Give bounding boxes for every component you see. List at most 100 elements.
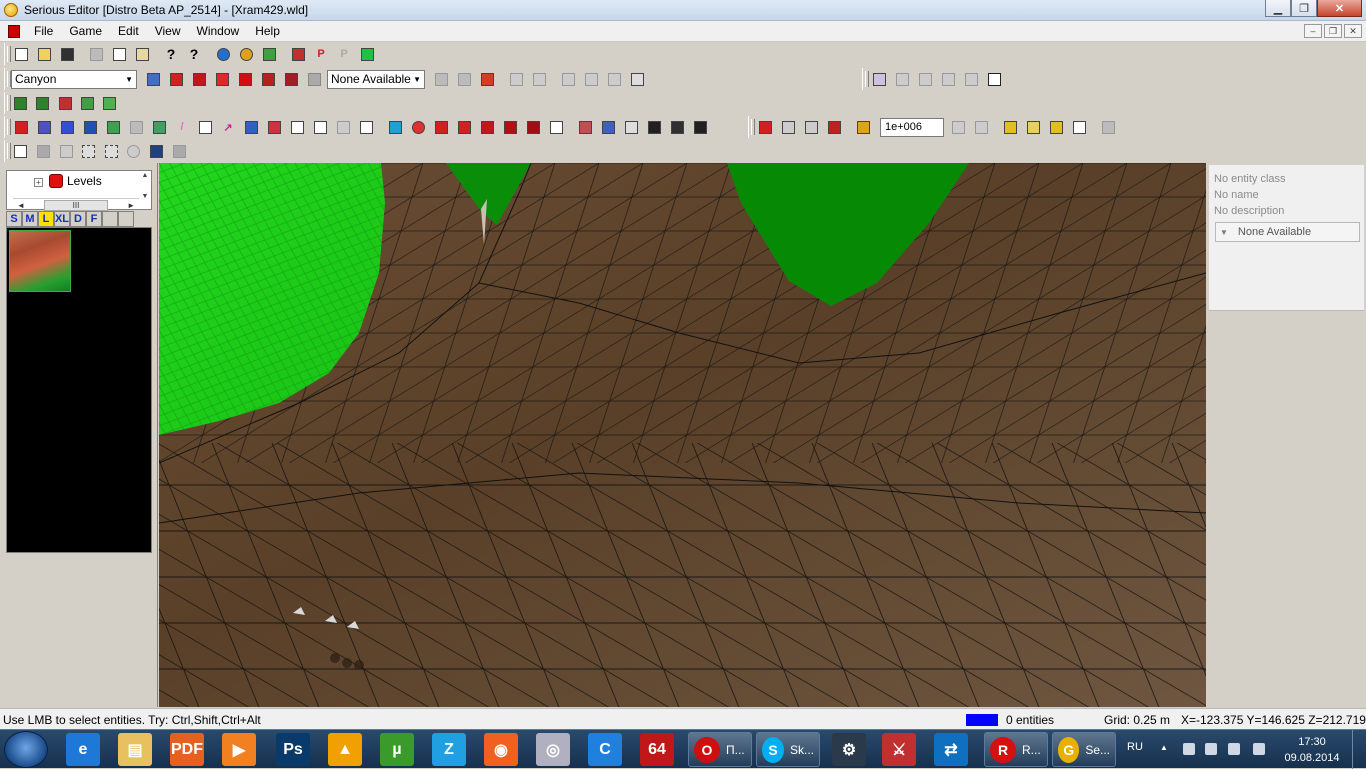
view-top-icon[interactable] [938, 69, 958, 89]
menu-help[interactable]: Help [247, 24, 288, 38]
cube-outline-icon[interactable] [546, 117, 566, 137]
flag-gray-icon[interactable] [169, 141, 189, 161]
tray-expand-icon[interactable]: ▲ [1160, 743, 1168, 752]
cut-icon[interactable] [86, 44, 106, 64]
p-gray-icon[interactable]: P [334, 44, 354, 64]
maximize-button[interactable]: ❐ [1291, 0, 1317, 17]
path-2-icon[interactable] [477, 117, 497, 137]
anchor-icon[interactable] [80, 117, 100, 137]
view-front-icon[interactable] [892, 69, 912, 89]
mdi-restore-button[interactable]: ❐ [1324, 24, 1342, 38]
aimp-icon[interactable]: ▲ [328, 733, 362, 766]
context-help-icon[interactable]: ? [184, 44, 204, 64]
scissors-icon[interactable] [627, 69, 647, 89]
gear-gray-icon[interactable] [124, 141, 144, 161]
copy-icon[interactable] [109, 44, 129, 64]
line-pink-icon[interactable]: / [172, 117, 192, 137]
path-4-icon[interactable] [523, 117, 543, 137]
world-dropdown[interactable]: Canyon ▼ [11, 69, 137, 89]
tools-icon[interactable] [598, 117, 618, 137]
show-desktop-button[interactable] [1352, 730, 1366, 769]
layer-2-icon[interactable] [33, 93, 52, 113]
measure-icon[interactable] [621, 117, 641, 137]
filter-button[interactable]: F [86, 211, 102, 227]
move-icon[interactable] [57, 117, 77, 137]
scroll-thumb[interactable]: III [44, 200, 108, 211]
tools-gray-2-icon[interactable] [1098, 117, 1118, 137]
red-brush-5-icon[interactable] [258, 69, 278, 89]
tree-item-levels[interactable]: Levels [67, 174, 102, 188]
snap-move-icon[interactable] [853, 117, 873, 137]
clock[interactable]: 17:30 09.08.2014 [1282, 734, 1342, 766]
menu-view[interactable]: View [147, 24, 189, 38]
explorer-icon[interactable]: ▤ [118, 733, 152, 766]
open-folder-icon[interactable] [34, 44, 54, 64]
help-icon[interactable]: ? [161, 44, 181, 64]
marker-icon[interactable] [431, 117, 451, 137]
square-gray-icon[interactable] [34, 141, 54, 161]
cube-gray-icon[interactable] [506, 69, 526, 89]
blank-button-1[interactable] [102, 211, 118, 227]
red-toggle-icon[interactable] [755, 117, 775, 137]
path-icon[interactable] [454, 117, 474, 137]
device-icon[interactable] [1205, 743, 1217, 755]
level-tree[interactable]: + Levels ▲ ▼ ◄ III ► [6, 170, 152, 212]
3d-viewport[interactable] [159, 163, 1206, 707]
arrows-icon[interactable] [288, 44, 308, 64]
browser-icon[interactable]: C [588, 733, 622, 766]
scroll-right-icon[interactable]: ► [127, 201, 135, 210]
cube-gray-2-icon[interactable] [529, 69, 549, 89]
red-brush-4-icon[interactable] [235, 69, 255, 89]
none-available-dropdown[interactable]: None Available ▼ [327, 69, 425, 89]
box-star-icon[interactable] [1069, 117, 1089, 137]
bars-gray-icon[interactable] [581, 69, 601, 89]
globe-icon[interactable] [213, 44, 233, 64]
size-l-button[interactable]: L [38, 211, 54, 227]
image-icon[interactable] [259, 44, 279, 64]
camera-icon[interactable] [644, 117, 664, 137]
game-icon[interactable]: ⚔ [882, 733, 916, 766]
expand-gray-icon[interactable] [948, 117, 968, 137]
clone-gray-icon[interactable] [333, 117, 353, 137]
nodes-gray-icon[interactable] [56, 141, 76, 161]
steam-icon[interactable]: ⚙ [832, 733, 866, 766]
curve-tool-icon[interactable] [195, 117, 215, 137]
pdf-icon[interactable]: PDF [170, 733, 204, 766]
taskbar-window-opera[interactable]: O П... [688, 732, 752, 767]
media-player-icon[interactable]: ▶ [222, 733, 256, 766]
language-indicator[interactable]: RU [1127, 741, 1143, 753]
checker-icon[interactable] [824, 117, 844, 137]
node-edit-icon[interactable] [11, 141, 31, 161]
size-s-button[interactable]: S [6, 211, 22, 227]
scale-gray-icon[interactable] [126, 117, 146, 137]
p-red-icon[interactable]: P [311, 44, 331, 64]
scroll-up-icon[interactable]: ▲ [140, 172, 150, 179]
signal-icon[interactable] [1228, 743, 1240, 755]
teamviewer-icon[interactable]: ⇄ [934, 733, 968, 766]
mdi-close-button[interactable]: ✕ [1344, 24, 1362, 38]
red-brush-3-icon[interactable] [212, 69, 232, 89]
zona-icon[interactable]: Z [432, 733, 466, 766]
document-icon[interactable] [8, 24, 20, 38]
layer-5-icon[interactable] [100, 93, 119, 113]
taskbar-window-r-app[interactable]: R R... [984, 732, 1048, 767]
clone-icon[interactable] [356, 117, 376, 137]
tree-horizontal-scrollbar[interactable]: ◄ III ► [13, 198, 139, 212]
detail-button[interactable]: D [70, 211, 86, 227]
paint-icon[interactable] [575, 117, 595, 137]
photoshop-icon[interactable]: Ps [276, 733, 310, 766]
blank-button-2[interactable] [118, 211, 134, 227]
disc-icon[interactable]: ◎ [536, 733, 570, 766]
size-xl-button[interactable]: XL [54, 211, 70, 227]
snap-value-field[interactable] [880, 117, 944, 137]
bulbs-icon[interactable] [236, 44, 256, 64]
tree-vertical-scrollbar[interactable]: ▲ ▼ [140, 172, 150, 208]
triangle-icon[interactable] [264, 117, 284, 137]
grid-snap-icon[interactable] [385, 117, 405, 137]
select-rect-icon[interactable] [79, 141, 99, 161]
taskbar-window-skype[interactable]: S Sk... [756, 732, 820, 767]
box-select-icon[interactable] [310, 117, 330, 137]
size-m-button[interactable]: M [22, 211, 38, 227]
red-brush-6-icon[interactable] [281, 69, 301, 89]
red-brush-1-icon[interactable] [166, 69, 186, 89]
